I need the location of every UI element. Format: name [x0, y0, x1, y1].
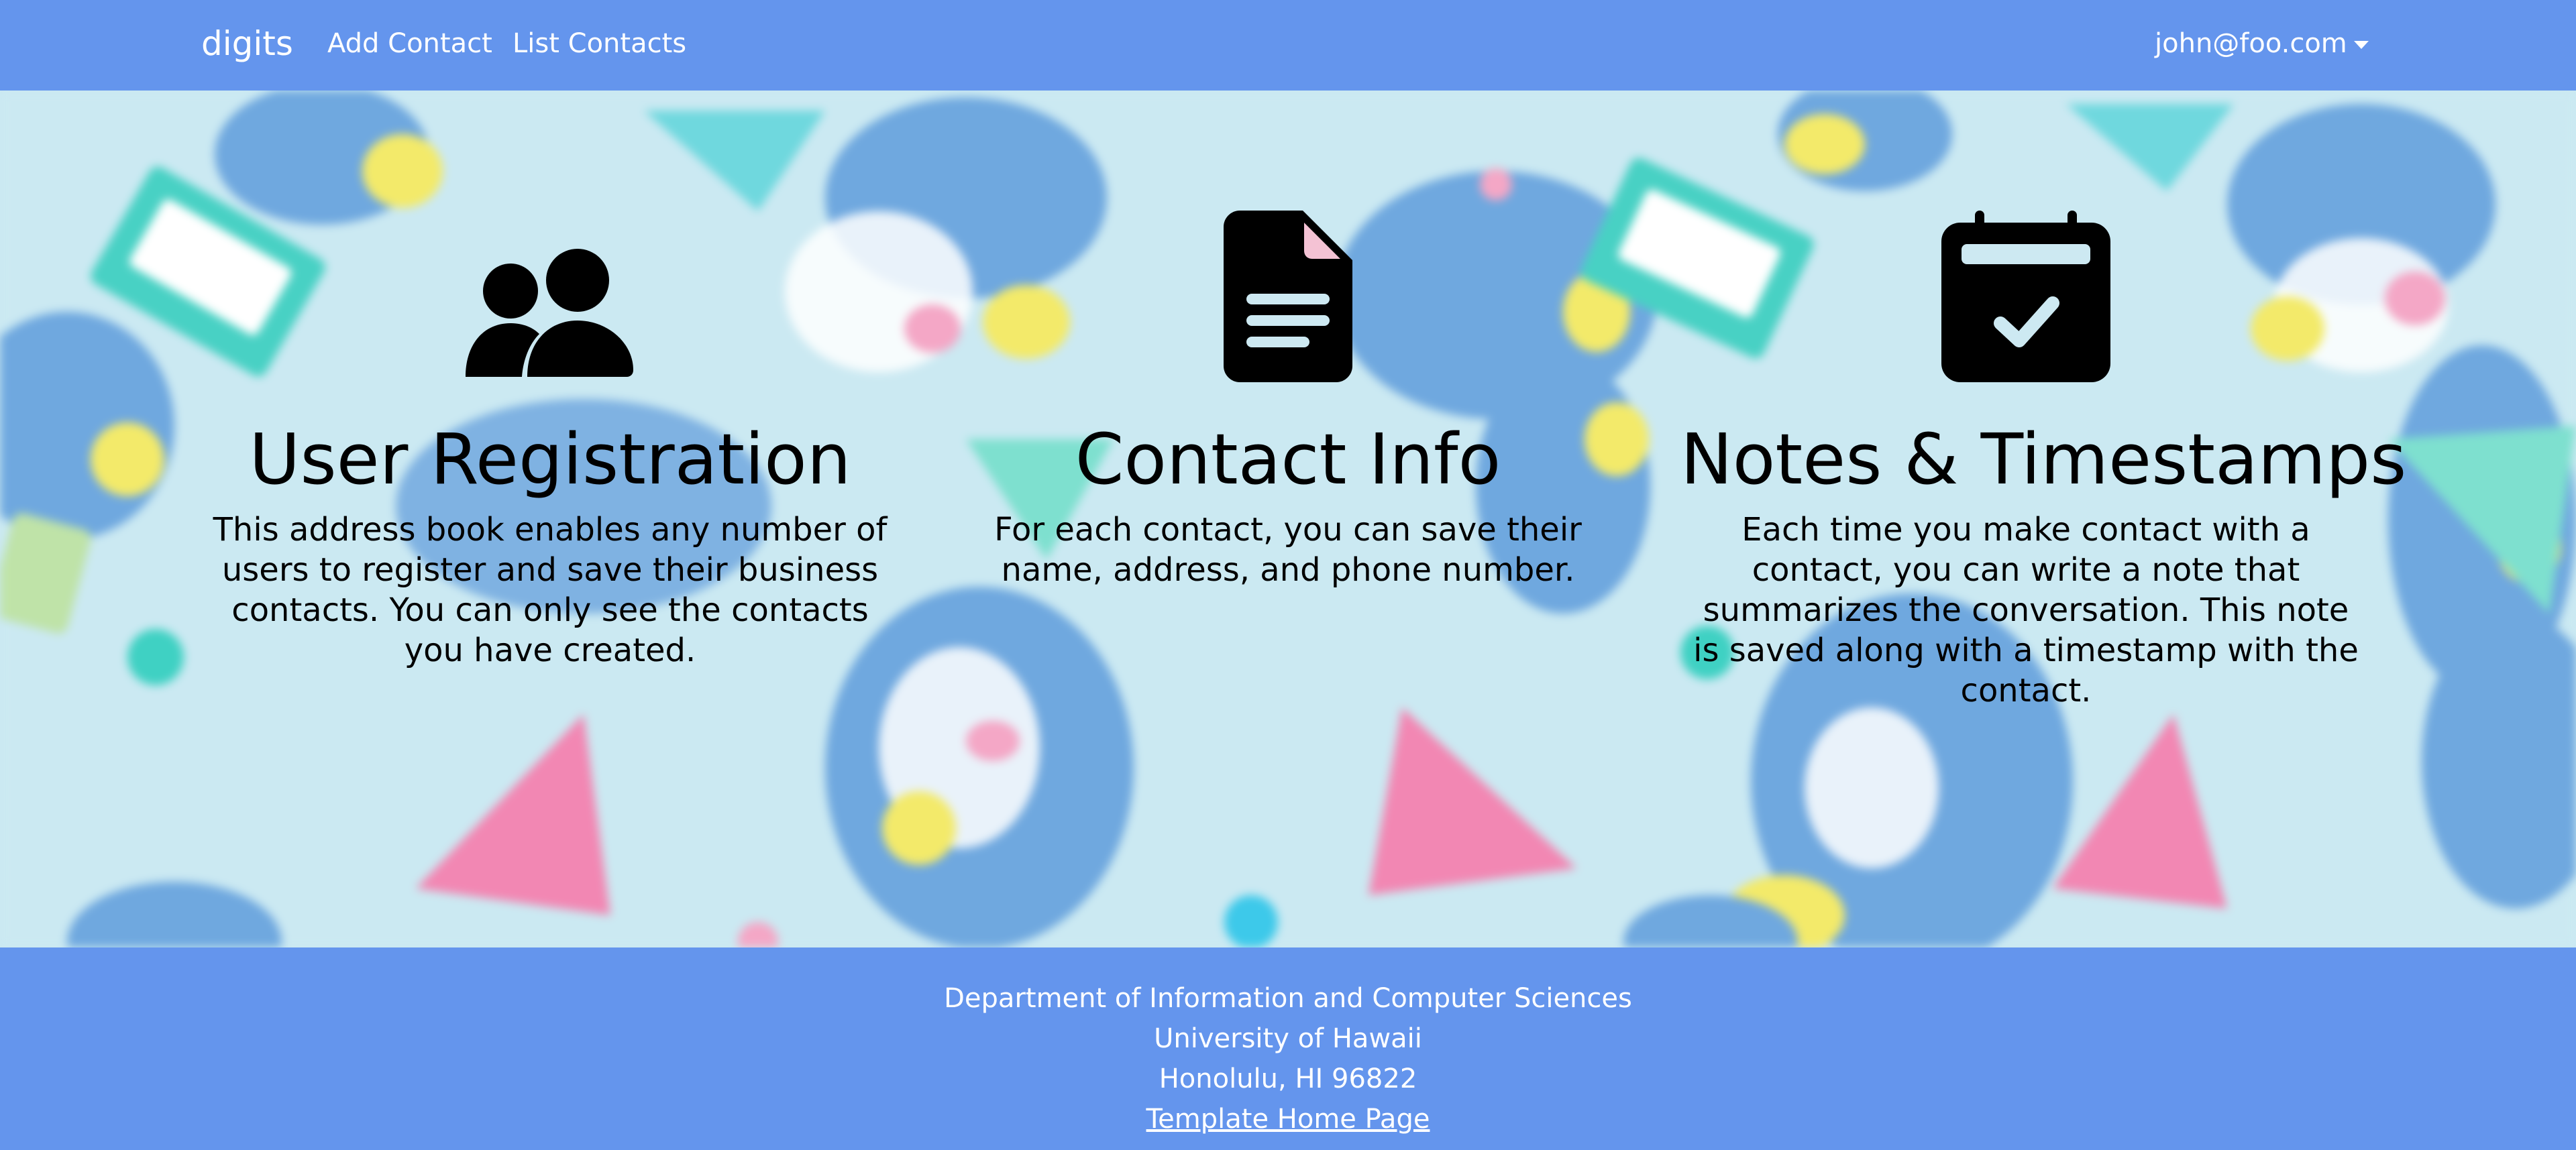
- caret-down-icon: [2353, 41, 2369, 49]
- feature-title: Notes & Timestamps: [1680, 418, 2407, 500]
- users-icon: [205, 201, 896, 382]
- template-home-link[interactable]: Template Home Page: [1146, 1104, 1430, 1135]
- user-email: john@foo.com: [2155, 28, 2347, 59]
- nav-list-contacts-link[interactable]: List Contacts: [513, 0, 686, 87]
- footer-address: Honolulu, HI 96822: [1159, 1063, 1417, 1094]
- footer-university: University of Hawaii: [1154, 1023, 1422, 1054]
- feature-description: This address book enables any number of …: [213, 511, 888, 670]
- footer-department: Department of Information and Computer S…: [944, 983, 1632, 1014]
- landing-hero: User Registration This address book enab…: [0, 91, 2576, 947]
- nav-add-contact-link[interactable]: Add Contact: [327, 0, 492, 87]
- feature-description: For each contact, you can save their nam…: [994, 511, 1582, 589]
- file-text-icon: [943, 201, 1633, 382]
- feature-description: Each time you make contact with a contac…: [1693, 511, 2359, 710]
- calendar-check-icon: [1680, 201, 2371, 382]
- footer: Department of Information and Computer S…: [0, 947, 2576, 1150]
- navbar: digits Add Contact List Contacts john@fo…: [0, 0, 2576, 91]
- brand-link[interactable]: digits: [201, 0, 293, 87]
- feature-title: User Registration: [249, 418, 851, 500]
- feature-notes-timestamps: Notes & Timestamps Each time you make co…: [1680, 201, 2407, 711]
- user-dropdown[interactable]: john@foo.com: [2155, 0, 2369, 87]
- feature-user-registration: User Registration This address book enab…: [205, 201, 896, 671]
- feature-contact-info: Contact Info For each contact, you can s…: [943, 201, 1633, 590]
- feature-title: Contact Info: [1075, 418, 1501, 500]
